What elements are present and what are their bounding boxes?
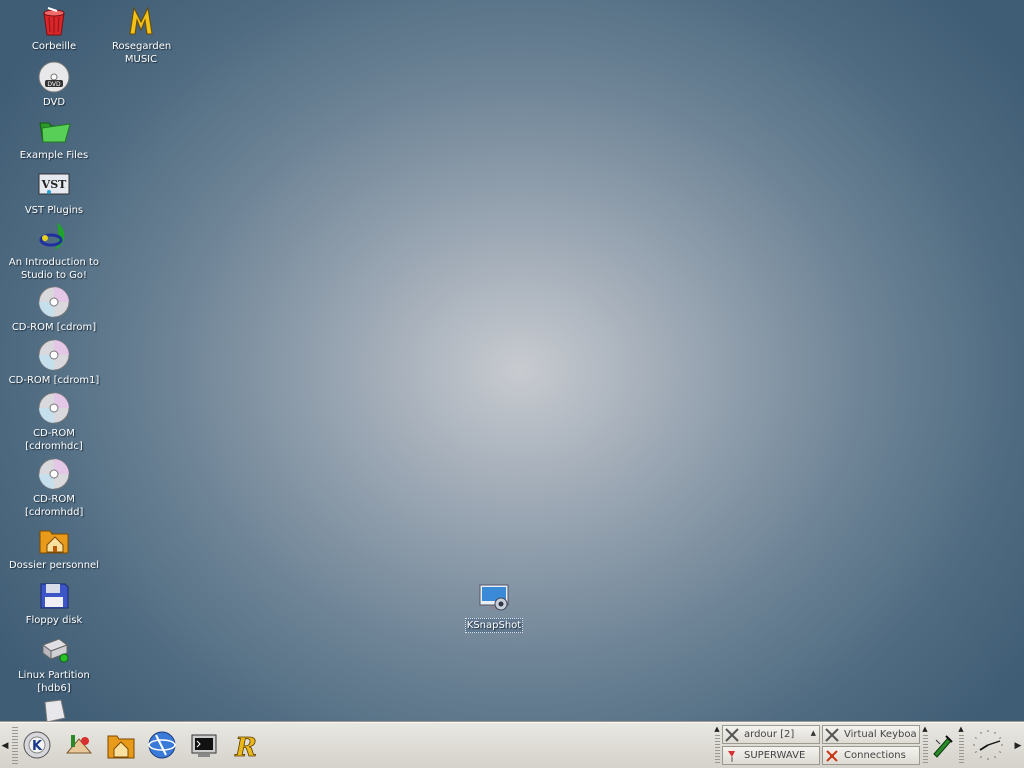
- desktop-icon-example-files[interactable]: Example Files: [4, 113, 104, 162]
- desktop-icon-label: CD-ROM [cdromhdc]: [25, 428, 83, 452]
- x-app-icon: [825, 727, 839, 742]
- system-icon: [63, 729, 95, 764]
- desktop-icon-label: DVD: [42, 97, 66, 108]
- task-superwave[interactable]: SUPERWAVE: [722, 746, 820, 765]
- harddisk-icon: [37, 633, 71, 667]
- task-group-arrow-icon: ▲: [810, 729, 816, 737]
- task-label: ardour [2]: [744, 729, 795, 740]
- desktop-icon-rosegarden[interactable]: Rosegarden MUSIC: [91, 4, 191, 66]
- x-app-icon: [725, 727, 739, 742]
- desktop-icon-label: VST Plugins: [24, 205, 84, 216]
- task-virtual-keyboard[interactable]: Virtual Keyboa: [822, 725, 920, 744]
- desktop-icon-label: KSnapShot: [464, 618, 524, 633]
- desktop: Corbeille Rosegarden MUSIC DVD DVD Examp…: [0, 0, 1024, 722]
- desktop-icon-label: CD-ROM [cdrom1]: [8, 375, 100, 386]
- taskbar-scroll-right-icon[interactable]: ▶: [1014, 739, 1022, 753]
- launcher-system[interactable]: [60, 728, 98, 764]
- tasklist-handle[interactable]: [715, 735, 720, 765]
- svg-text:VST: VST: [41, 178, 67, 191]
- desktop-icon-floppy[interactable]: Floppy disk: [4, 578, 104, 627]
- cdrom-icon: [37, 285, 71, 319]
- taskbar-up-arrow-icon[interactable]: ▲: [713, 725, 721, 733]
- floppy-icon: [37, 578, 71, 612]
- desktop-icon-label: Floppy disk: [25, 615, 83, 626]
- cdrom-icon: [37, 457, 71, 491]
- desktop-icon-cdromhdd[interactable]: CD-ROM [cdromhdd]: [4, 457, 104, 519]
- task-ardour[interactable]: ardour [2] ▲: [722, 725, 820, 744]
- launcher-home[interactable]: [102, 728, 140, 764]
- desktop-icon-label: An Introduction to Studio to Go!: [8, 257, 100, 281]
- desktop-icon-cdromhdc[interactable]: CD-ROM [cdromhdc]: [4, 391, 104, 453]
- konqueror-icon: [146, 729, 178, 764]
- desktop-icon-label: CD-ROM [cdromhdd]: [25, 494, 84, 518]
- harddisk-icon: [37, 698, 71, 722]
- desktop-icon-cdrom[interactable]: CD-ROM [cdrom]: [4, 285, 104, 334]
- svg-text:DVD: DVD: [47, 81, 61, 88]
- connections-icon: [825, 749, 839, 763]
- desktop-icon-cdrom1[interactable]: CD-ROM [cdrom1]: [4, 338, 104, 387]
- desktop-icon-label: Linux Partition [hdb6]: [18, 670, 90, 694]
- cdrom-icon: [37, 391, 71, 425]
- task-connections[interactable]: Connections: [822, 746, 920, 765]
- desktop-icon-label: Rosegarden MUSIC: [112, 41, 172, 65]
- ksnapshot-icon: [477, 582, 511, 616]
- clock-icon: [970, 727, 1006, 766]
- kde-menu-icon: K: [21, 729, 53, 764]
- desktop-icon-label: CD-ROM [cdrom]: [11, 322, 97, 333]
- taskbar: ◀ K R ▲ ardour [2] ▲ Virtual Keyboa SUPE…: [0, 722, 1024, 768]
- trash-icon: [37, 4, 71, 38]
- svg-text:K: K: [32, 739, 43, 754]
- home-icon: [105, 729, 137, 764]
- desktop-icon-vst-plugins[interactable]: VST VST Plugins: [4, 168, 104, 217]
- task-label: Virtual Keyboa: [844, 729, 917, 740]
- desktop-icon-studio-to-go[interactable]: An Introduction to Studio to Go!: [4, 220, 104, 282]
- rosegarden-icon: [124, 4, 158, 38]
- desktop-icon-partial[interactable]: [4, 698, 104, 722]
- studio-to-go-icon: [37, 220, 71, 254]
- dvd-icon: DVD: [37, 60, 71, 94]
- taskbar-scroll-left-icon[interactable]: ◀: [1, 739, 9, 753]
- desktop-icon-dvd[interactable]: DVD DVD: [4, 60, 104, 109]
- task-label: SUPERWAVE: [744, 750, 806, 761]
- terminal-icon: [188, 729, 220, 764]
- desktop-icon-label: Example Files: [19, 150, 89, 161]
- launcher-kde-menu[interactable]: K: [18, 728, 56, 764]
- svg-text:R: R: [234, 733, 257, 761]
- desktop-icon-label: Corbeille: [31, 41, 77, 52]
- desktop-icon-label: Dossier personnel: [8, 560, 99, 571]
- folder-icon: [37, 113, 71, 147]
- desktop-icon-home-folder[interactable]: Dossier personnel: [4, 523, 104, 572]
- clock-up-arrow-icon[interactable]: ▲: [957, 725, 965, 733]
- desktop-icon-linux-partition[interactable]: Linux Partition [hdb6]: [4, 633, 104, 695]
- home-folder-icon: [37, 523, 71, 557]
- desktop-icon-ksnapshot[interactable]: KSnapShot: [444, 582, 544, 633]
- rosegarden-icon: R: [230, 729, 262, 764]
- superwave-icon: [725, 749, 739, 763]
- launcher-rosegarden[interactable]: R: [227, 728, 265, 764]
- clock-handle[interactable]: [959, 735, 964, 765]
- launcher-konqueror[interactable]: [143, 728, 181, 764]
- vst-icon: VST: [37, 168, 71, 202]
- cdrom-icon: [37, 338, 71, 372]
- tray-clock[interactable]: [968, 726, 1008, 766]
- task-label: Connections: [844, 750, 906, 761]
- desktop-icon-trash[interactable]: Corbeille: [4, 4, 104, 53]
- launcher-terminal[interactable]: [185, 728, 223, 764]
- pen-tool-icon: [930, 732, 956, 761]
